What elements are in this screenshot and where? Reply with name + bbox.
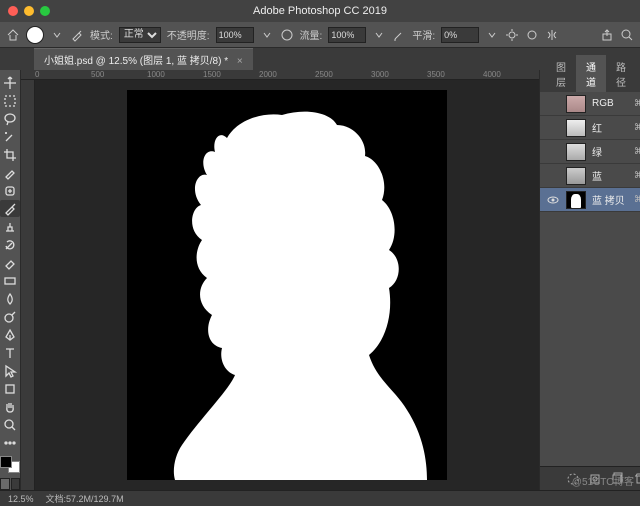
channel-mask-image bbox=[127, 90, 447, 480]
channel-thumbnail bbox=[566, 143, 586, 161]
channel-thumbnail bbox=[566, 191, 586, 209]
healing-brush-tool[interactable] bbox=[0, 182, 20, 199]
channel-row[interactable]: 蓝 ⌘5 bbox=[540, 164, 640, 188]
channel-thumbnail bbox=[566, 167, 586, 185]
smooth-label: 平滑: bbox=[412, 27, 435, 42]
gear-icon[interactable] bbox=[505, 28, 519, 42]
path-select-tool[interactable] bbox=[0, 362, 20, 379]
channel-shortcut: ⌘5 bbox=[634, 170, 640, 181]
status-bar: 12.5% 文档:57.2M/129.7M bbox=[0, 490, 640, 506]
channel-thumbnail bbox=[566, 95, 586, 113]
vertical-ruler bbox=[21, 80, 35, 490]
channel-row[interactable]: 绿 ⌘4 bbox=[540, 140, 640, 164]
channel-shortcut: ⌘2 bbox=[634, 98, 640, 109]
tab-channels[interactable]: 通道 bbox=[576, 55, 606, 92]
opacity-input[interactable] bbox=[216, 27, 254, 43]
visibility-toggle[interactable] bbox=[546, 97, 560, 111]
panel-menu-icon[interactable]: ≡ bbox=[636, 73, 640, 92]
window-minimize-button[interactable] bbox=[24, 6, 34, 16]
brush-tool[interactable] bbox=[0, 200, 20, 217]
gradient-tool[interactable] bbox=[0, 272, 20, 289]
app-title: Adobe Photoshop CC 2019 bbox=[253, 5, 387, 17]
home-icon[interactable] bbox=[6, 28, 20, 42]
brush-preview[interactable] bbox=[26, 26, 44, 44]
chevron-down-icon[interactable] bbox=[372, 28, 386, 42]
window-close-button[interactable] bbox=[8, 6, 18, 16]
document-tab[interactable]: 小姐姐.psd @ 12.5% (图层 1, 蓝 拷贝/8) * × bbox=[34, 48, 253, 70]
eyedropper-tool[interactable] bbox=[0, 164, 20, 181]
document-info[interactable]: 文档:57.2M/129.7M bbox=[46, 492, 124, 505]
blur-tool[interactable] bbox=[0, 290, 20, 307]
watermark: @51CTO博客 bbox=[572, 473, 634, 488]
mode-label: 模式: bbox=[90, 27, 113, 42]
crop-tool[interactable] bbox=[0, 146, 20, 163]
tab-paths[interactable]: 路径 bbox=[606, 55, 636, 92]
pen-tool[interactable] bbox=[0, 326, 20, 343]
channel-name: 蓝 拷贝 bbox=[592, 192, 628, 207]
channels-list: RGB ⌘2 红 ⌘3 绿 ⌘4 蓝 ⌘5 bbox=[540, 92, 640, 466]
visibility-toggle[interactable] bbox=[546, 169, 560, 183]
eraser-tool[interactable] bbox=[0, 254, 20, 271]
clone-stamp-tool[interactable] bbox=[0, 218, 20, 235]
hand-tool[interactable] bbox=[0, 398, 20, 415]
blend-mode-select[interactable]: 正常 bbox=[119, 27, 161, 43]
channel-row[interactable]: 蓝 拷贝 ⌘6 bbox=[540, 188, 640, 212]
share-icon[interactable] bbox=[600, 28, 614, 42]
tool-bar bbox=[0, 70, 21, 490]
artboard bbox=[127, 90, 447, 480]
search-icon[interactable] bbox=[620, 28, 634, 42]
history-brush-tool[interactable] bbox=[0, 236, 20, 253]
type-tool[interactable] bbox=[0, 344, 20, 361]
channel-row[interactable]: 红 ⌘3 bbox=[540, 116, 640, 140]
horizontal-ruler: 0 500 1000 1500 2000 2500 3000 3500 4000 bbox=[21, 70, 539, 80]
channel-shortcut: ⌘3 bbox=[634, 122, 640, 133]
flow-input[interactable] bbox=[328, 27, 366, 43]
zoom-level[interactable]: 12.5% bbox=[8, 494, 34, 504]
tab-layers[interactable]: 图层 bbox=[546, 55, 576, 92]
quick-select-tool[interactable] bbox=[0, 128, 20, 145]
document-tab-bar: 小姐姐.psd @ 12.5% (图层 1, 蓝 拷贝/8) * × bbox=[0, 48, 640, 70]
shape-tool[interactable] bbox=[0, 380, 20, 397]
chevron-down-icon[interactable] bbox=[485, 28, 499, 42]
channel-name: 红 bbox=[592, 120, 628, 135]
channel-thumbnail bbox=[566, 119, 586, 137]
channel-shortcut: ⌘6 bbox=[634, 194, 640, 205]
channel-name: 绿 bbox=[592, 144, 628, 159]
screen-mode-toggle[interactable] bbox=[0, 478, 20, 490]
marquee-tool[interactable] bbox=[0, 92, 20, 109]
visibility-toggle[interactable] bbox=[546, 193, 560, 207]
visibility-toggle[interactable] bbox=[546, 145, 560, 159]
opacity-label: 不透明度: bbox=[167, 27, 210, 42]
move-tool[interactable] bbox=[0, 74, 20, 91]
canvas[interactable] bbox=[35, 80, 539, 490]
pressure-size-icon[interactable] bbox=[525, 28, 539, 42]
window-zoom-button[interactable] bbox=[40, 6, 50, 16]
panel-tabs: 图层 通道 路径 ≡ bbox=[540, 70, 640, 92]
options-bar: 模式: 正常 不透明度: 流量: 平滑: bbox=[0, 22, 640, 48]
dodge-tool[interactable] bbox=[0, 308, 20, 325]
color-swatches[interactable] bbox=[0, 456, 20, 473]
panels-area: 图层 通道 路径 ≡ RGB ⌘2 红 ⌘3 绿 ⌘4 bbox=[539, 70, 640, 490]
chevron-down-icon[interactable] bbox=[50, 28, 64, 42]
canvas-area: 0 500 1000 1500 2000 2500 3000 3500 4000 bbox=[21, 70, 539, 490]
zoom-tool[interactable] bbox=[0, 416, 20, 433]
edit-toolbar-button[interactable] bbox=[0, 434, 20, 451]
close-icon[interactable]: × bbox=[237, 56, 243, 67]
flow-label: 流量: bbox=[300, 27, 323, 42]
channel-row[interactable]: RGB ⌘2 bbox=[540, 92, 640, 116]
brush-panel-icon[interactable] bbox=[70, 28, 84, 42]
airbrush-icon[interactable] bbox=[392, 28, 406, 42]
pressure-opacity-icon[interactable] bbox=[280, 28, 294, 42]
document-tab-label: 小姐姐.psd @ 12.5% (图层 1, 蓝 拷贝/8) * bbox=[44, 56, 228, 67]
visibility-toggle[interactable] bbox=[546, 121, 560, 135]
symmetry-icon[interactable] bbox=[545, 28, 559, 42]
channel-name: RGB bbox=[592, 98, 628, 109]
window-titlebar: Adobe Photoshop CC 2019 bbox=[0, 0, 640, 22]
smooth-input[interactable] bbox=[441, 27, 479, 43]
channel-name: 蓝 bbox=[592, 168, 628, 183]
lasso-tool[interactable] bbox=[0, 110, 20, 127]
chevron-down-icon[interactable] bbox=[260, 28, 274, 42]
channel-shortcut: ⌘4 bbox=[634, 146, 640, 157]
